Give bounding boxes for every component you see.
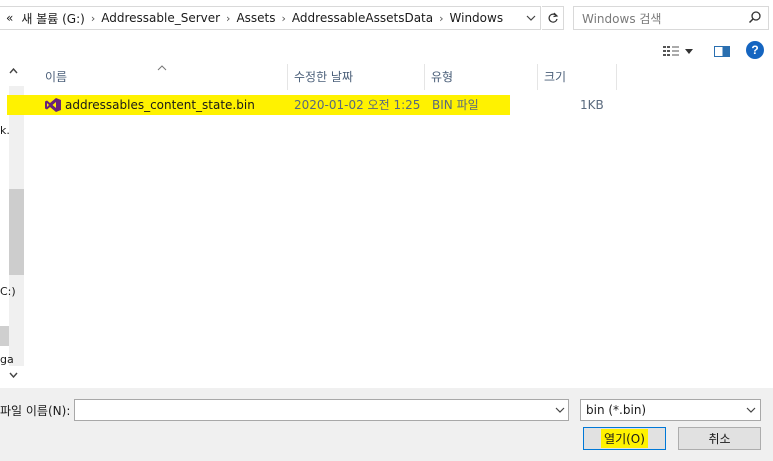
file-name: addressables_content_state.bin: [65, 98, 255, 112]
toolbar: ?: [0, 38, 773, 64]
breadcrumb-separator[interactable]: ›: [224, 12, 232, 25]
open-button[interactable]: 열기(O): [583, 427, 666, 450]
file-type-filter-value: bin (*.bin): [586, 403, 647, 417]
help-icon: ?: [751, 43, 759, 57]
filename-input[interactable]: [74, 399, 569, 421]
scroll-down-icon[interactable]: [9, 372, 18, 378]
preview-pane-button[interactable]: [711, 41, 733, 61]
preview-pane-icon: [714, 45, 730, 57]
file-type-filter-select[interactable]: bin (*.bin): [580, 399, 761, 421]
change-view-button[interactable]: [657, 41, 699, 61]
breadcrumb-separator[interactable]: ›: [437, 12, 445, 25]
help-button[interactable]: ?: [746, 41, 764, 59]
column-header-size[interactable]: 크기: [538, 64, 616, 90]
chevron-down-icon: [555, 407, 565, 413]
column-header-type[interactable]: 유형: [425, 64, 537, 90]
scroll-up-icon[interactable]: [9, 68, 18, 74]
open-button-label: 열기(O): [601, 429, 648, 448]
dialog-footer: 파일 이름(N): bin (*.bin) 열기(O) 취소: [0, 388, 773, 461]
column-divider[interactable]: [616, 64, 617, 90]
visual-studio-icon: [45, 98, 61, 112]
address-row: « 새 볼륨 (G:) › Addressable_Server › Asset…: [0, 0, 773, 38]
file-size: 1KB: [580, 98, 604, 112]
cancel-button[interactable]: 취소: [678, 427, 761, 450]
nav-item-selected[interactable]: [0, 326, 9, 346]
chevron-down-icon: [746, 407, 756, 413]
nav-item-fragment[interactable]: ga: [0, 353, 14, 366]
refresh-button[interactable]: [542, 6, 564, 30]
breadcrumb[interactable]: « 새 볼륨 (G:) › Addressable_Server › Asset…: [0, 6, 541, 30]
table-row[interactable]: addressables_content_state.bin 2020-01-0…: [25, 95, 604, 115]
cancel-button-label: 취소: [708, 432, 731, 446]
column-header-row: 이름 수정한 날짜 유형 크기: [25, 64, 773, 90]
search-placeholder: Windows 검색: [582, 11, 662, 26]
file-list: 이름 수정한 날짜 유형 크기 addressables_content_sta…: [7, 64, 773, 388]
breadcrumb-item-addressable-server[interactable]: Addressable_Server: [97, 11, 224, 25]
breadcrumb-item-windows[interactable]: Windows: [446, 11, 508, 25]
breadcrumb-separator[interactable]: ›: [280, 12, 288, 25]
filename-label: 파일 이름(N):: [0, 404, 71, 418]
file-type: BIN 파일: [432, 98, 479, 112]
nav-item-fragment[interactable]: k.: [0, 124, 10, 137]
nav-item-fragment[interactable]: C:): [0, 285, 16, 298]
view-options-icon: [663, 46, 679, 56]
column-header-modified[interactable]: 수정한 날짜: [288, 64, 424, 90]
chevron-down-icon: [526, 15, 536, 21]
breadcrumb-separator[interactable]: ›: [89, 12, 97, 25]
file-modified: 2020-01-02 오전 1:25: [294, 98, 421, 112]
nav-scrollbar-thumb[interactable]: [9, 189, 24, 275]
address-history-dropdown[interactable]: [522, 7, 540, 29]
filename-history-dropdown[interactable]: [552, 400, 568, 420]
caret-down-icon: [685, 48, 693, 54]
breadcrumb-overflow[interactable]: «: [2, 11, 17, 25]
refresh-icon: [548, 12, 558, 23]
breadcrumb-item-assets[interactable]: Assets: [232, 11, 279, 25]
search-input[interactable]: Windows 검색: [573, 6, 769, 30]
breadcrumb-item-volume[interactable]: 새 볼륨 (G:): [17, 10, 88, 27]
column-header-name[interactable]: 이름: [39, 64, 287, 90]
row-highlight-extension: [7, 95, 25, 115]
breadcrumb-item-addressable-assets-data[interactable]: AddressableAssetsData: [288, 11, 437, 25]
search-icon[interactable]: [748, 10, 762, 24]
